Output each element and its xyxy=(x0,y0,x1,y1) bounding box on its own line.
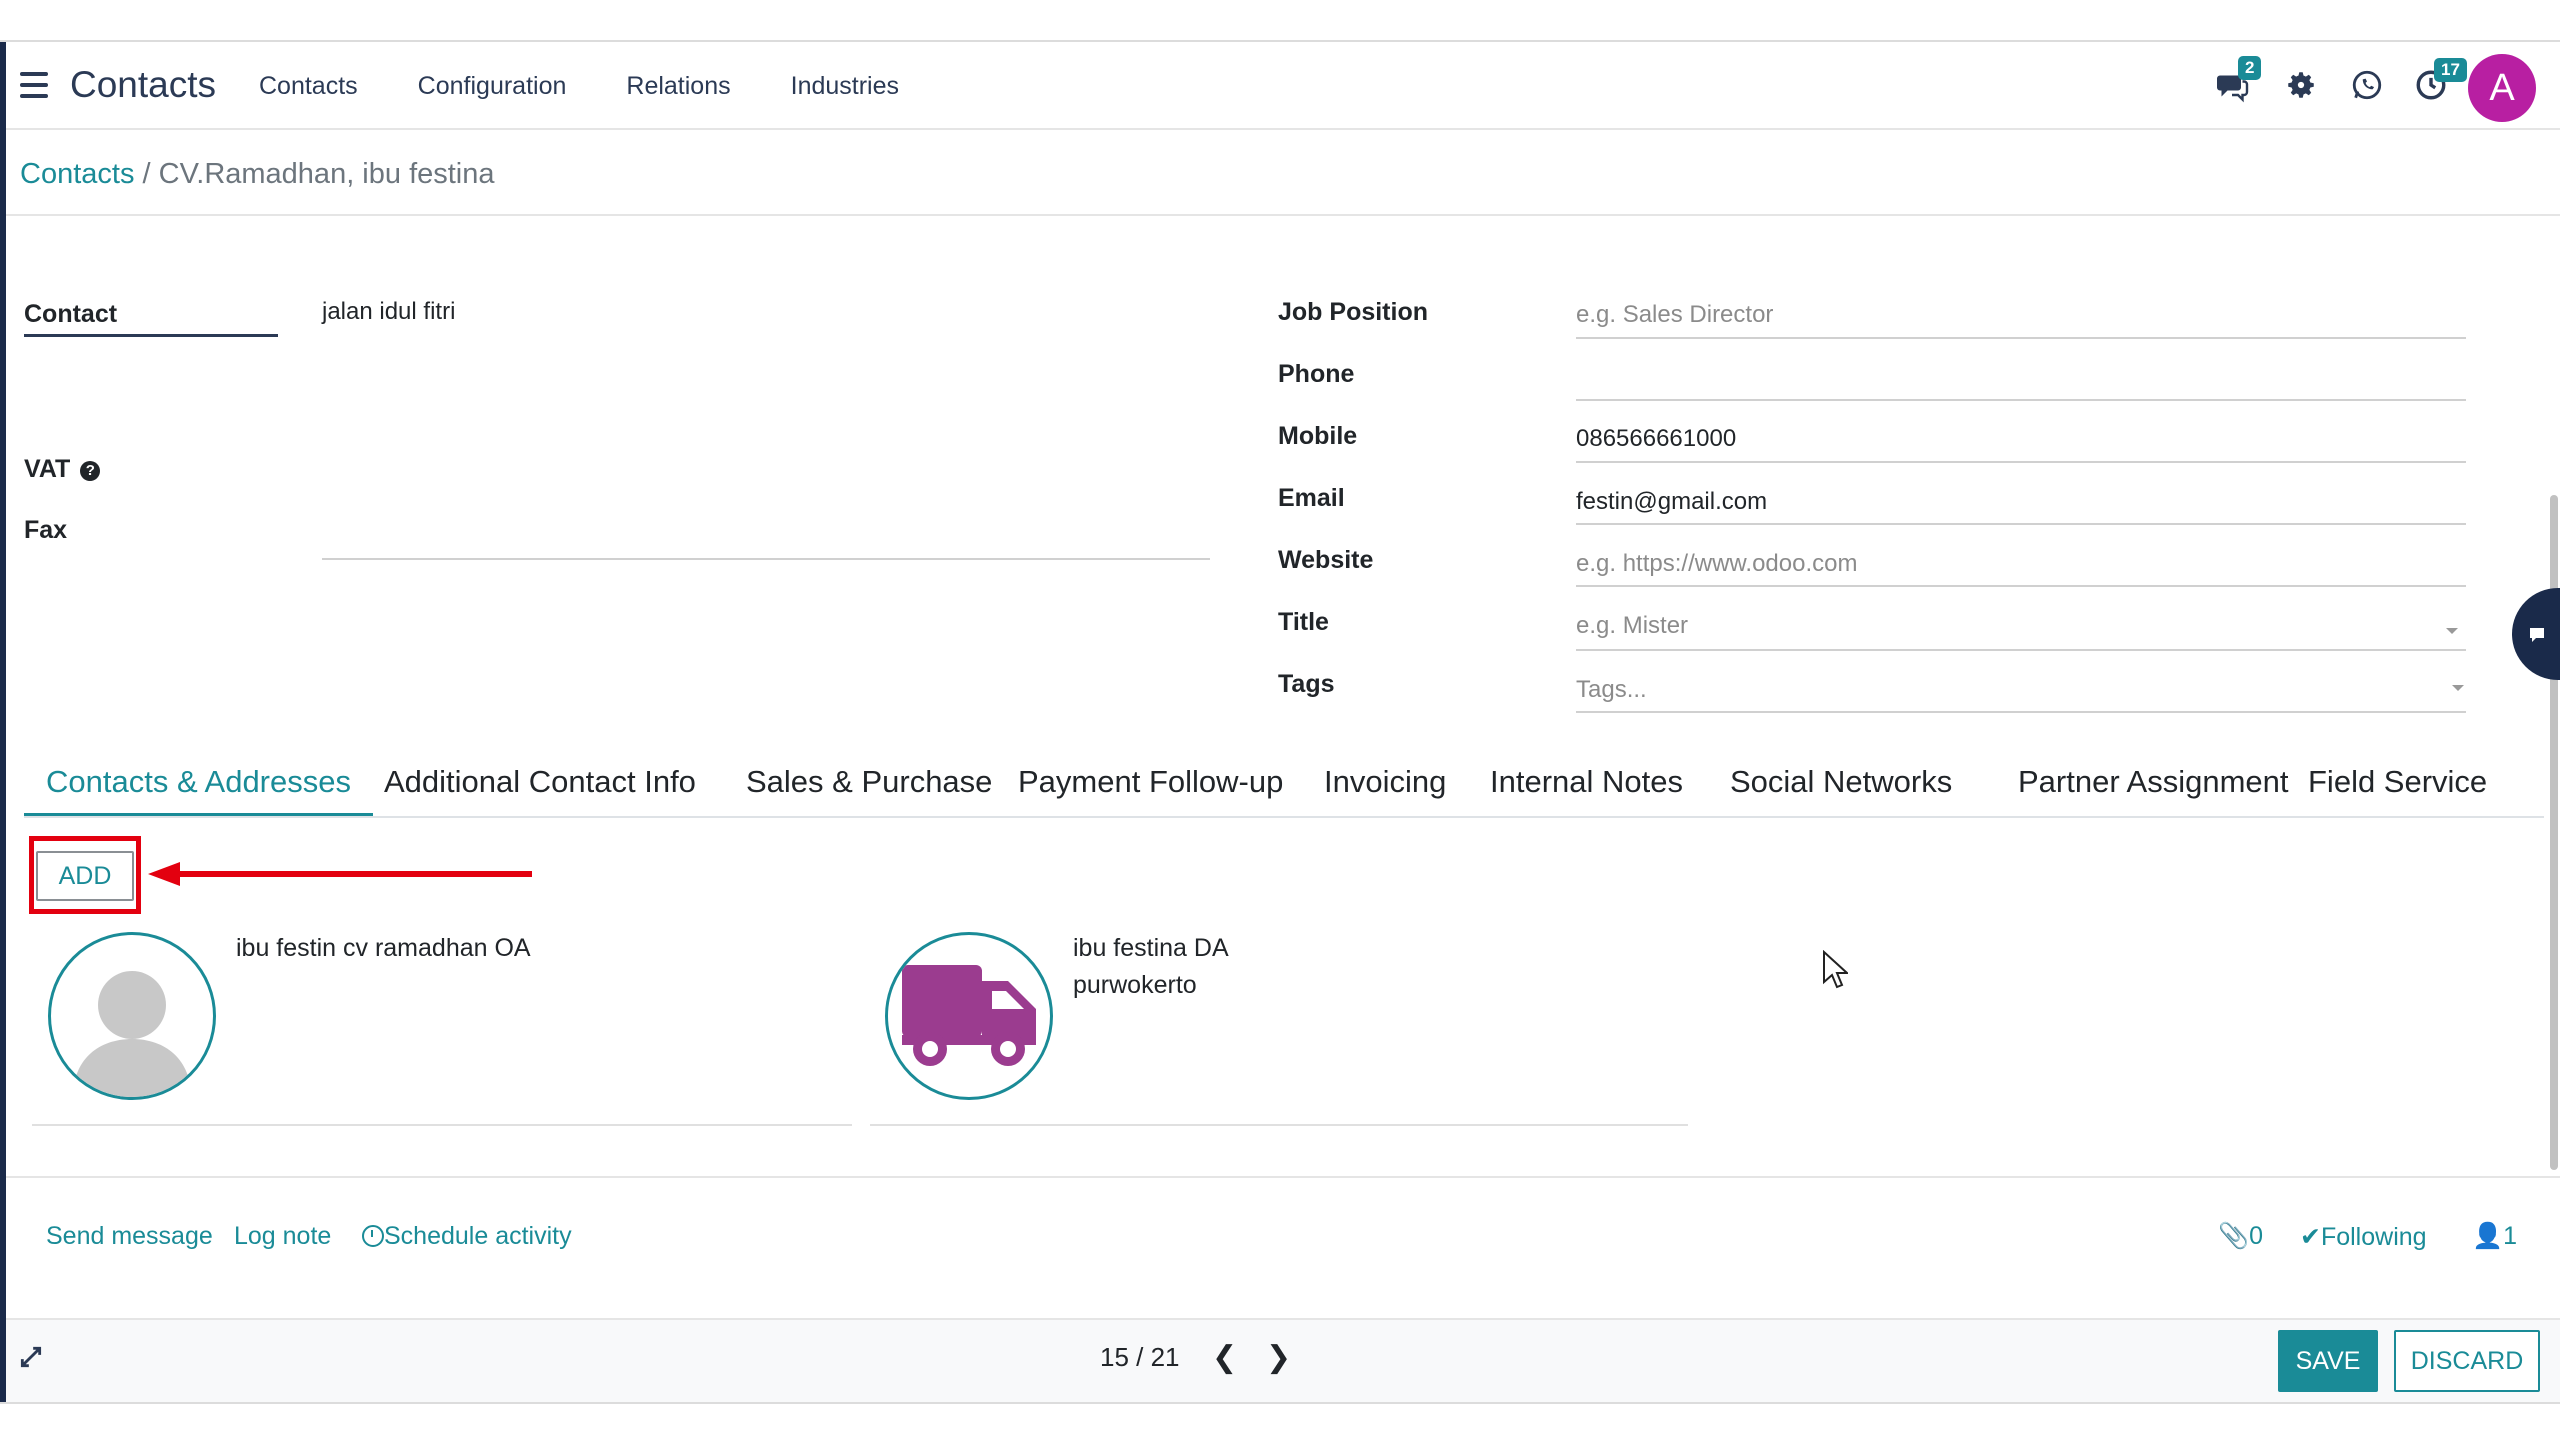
top-navbar: Contacts Contacts Configuration Relation… xyxy=(6,44,2560,130)
mouse-cursor-icon xyxy=(1822,949,1850,995)
annotation-arrow-line xyxy=(160,871,532,877)
title-select[interactable]: e.g. Mister xyxy=(1576,612,1688,640)
chatter-divider xyxy=(6,1176,2560,1178)
pager-value[interactable]: 15 / 21 xyxy=(1100,1342,1180,1373)
tab-social-networks[interactable]: Social Networks xyxy=(1708,758,1974,816)
tab-payment-follow-up[interactable]: Payment Follow-up xyxy=(996,758,1305,816)
mobile-input[interactable]: 086566661000 xyxy=(1576,425,1736,453)
expand-icon[interactable] xyxy=(18,1344,44,1370)
tags-label: Tags xyxy=(1278,670,1335,698)
tab-additional-contact-info[interactable]: Additional Contact Info xyxy=(362,758,718,816)
chat-bubble-icon[interactable] xyxy=(2512,588,2560,680)
page: Contacts Contacts Configuration Relation… xyxy=(0,0,2560,1440)
tab-field-service[interactable]: Field Service xyxy=(2286,758,2509,816)
vat-label-text: VAT xyxy=(24,455,71,483)
fax-label: Fax xyxy=(24,516,68,544)
job-position-label: Job Position xyxy=(1278,298,1428,326)
checkmark-icon: ✔ xyxy=(2300,1223,2321,1251)
job-position-input[interactable]: e.g. Sales Director xyxy=(1576,301,1773,329)
title-label: Title xyxy=(1278,608,1329,636)
paperclip-icon: 📎 xyxy=(2218,1222,2250,1250)
add-contact-button[interactable]: ADD xyxy=(36,851,134,901)
tab-partner-assignment[interactable]: Partner Assignment xyxy=(1996,758,2311,816)
job-position-underline xyxy=(1576,337,2466,339)
child-contact-name: ibu festin cv ramadhan OA xyxy=(236,934,531,962)
tags-underline xyxy=(1576,711,2466,713)
left-edge-bar xyxy=(0,42,6,1402)
user-avatar[interactable]: A xyxy=(2468,54,2536,122)
fax-input-underline[interactable] xyxy=(322,558,1210,560)
messages-badge: 2 xyxy=(2238,56,2262,80)
tags-dropdown-caret-icon[interactable] xyxy=(2452,685,2464,691)
settings-gear-icon[interactable] xyxy=(2284,68,2324,108)
followers-count: 1 xyxy=(2503,1222,2518,1250)
child-contact-name-line: ibu festina DA xyxy=(1073,934,1229,962)
phone-underline xyxy=(1576,399,2466,401)
bottom-strip xyxy=(0,1402,2560,1440)
messages-icon[interactable]: 2 xyxy=(2214,56,2262,108)
nav-menu: Contacts Configuration Relations Industr… xyxy=(259,72,899,101)
website-underline xyxy=(1576,585,2466,587)
card-divider xyxy=(32,1124,852,1126)
delivery-truck-icon xyxy=(885,932,1053,1100)
child-contact-name: ibu festina DA purwokerto xyxy=(1073,930,1229,1004)
whatsapp-icon[interactable] xyxy=(2350,68,2390,108)
contact-type-label[interactable]: Contact xyxy=(24,300,117,329)
followers-button[interactable]: 👤1 xyxy=(2472,1222,2517,1251)
breadcrumb-parent-link[interactable]: Contacts xyxy=(20,158,134,190)
log-note-button[interactable]: Log note xyxy=(234,1222,331,1251)
attachments-button[interactable]: 📎0 xyxy=(2218,1222,2263,1251)
top-strip xyxy=(0,0,2560,42)
control-panel-divider xyxy=(6,214,2560,216)
email-underline xyxy=(1576,523,2466,525)
vat-label: VAT? xyxy=(24,455,101,484)
address-street-field[interactable]: jalan idul fitri xyxy=(322,298,455,326)
child-contact-address: purwokerto xyxy=(1073,971,1197,999)
hamburger-menu-icon[interactable] xyxy=(20,72,48,98)
tab-sales-purchase[interactable]: Sales & Purchase xyxy=(724,758,1014,816)
email-label: Email xyxy=(1278,484,1345,512)
schedule-activity-button[interactable]: Schedule activity xyxy=(362,1222,572,1251)
attachments-count: 0 xyxy=(2249,1222,2264,1250)
contact-type-underline xyxy=(24,334,278,337)
title-dropdown-caret-icon[interactable] xyxy=(2446,628,2458,634)
tab-internal-notes[interactable]: Internal Notes xyxy=(1468,758,1705,816)
tab-contacts-addresses[interactable]: Contacts & Addresses xyxy=(24,758,373,816)
save-button[interactable]: SAVE xyxy=(2278,1330,2378,1392)
nav-item-configuration[interactable]: Configuration xyxy=(418,72,567,101)
website-input[interactable]: e.g. https://www.odoo.com xyxy=(1576,550,1857,578)
tags-input[interactable]: Tags... xyxy=(1576,676,1647,704)
activities-clock-icon[interactable]: 17 xyxy=(2414,58,2467,108)
phone-label: Phone xyxy=(1278,360,1355,388)
breadcrumb-current: CV.Ramadhan, ibu festina xyxy=(158,158,495,190)
person-placeholder-icon xyxy=(48,932,216,1100)
nav-item-contacts[interactable]: Contacts xyxy=(259,72,358,101)
nav-item-industries[interactable]: Industries xyxy=(791,72,899,101)
pager-next-chevron-right-icon[interactable]: ❯ xyxy=(1266,1340,1291,1375)
email-input[interactable]: festin@gmail.com xyxy=(1576,488,1767,516)
breadcrumb: Contacts / CV.Ramadhan, ibu festina xyxy=(20,158,495,191)
website-label: Website xyxy=(1278,546,1374,574)
mobile-label: Mobile xyxy=(1278,422,1358,450)
title-underline xyxy=(1576,649,2466,651)
following-button[interactable]: ✔Following xyxy=(2300,1222,2427,1252)
app-title[interactable]: Contacts xyxy=(70,64,216,106)
tab-invoicing[interactable]: Invoicing xyxy=(1302,758,1468,816)
notebook-tabs: Contacts & Addresses Additional Contact … xyxy=(24,758,2544,818)
mobile-underline xyxy=(1576,461,2466,463)
card-divider xyxy=(870,1124,1688,1126)
help-icon[interactable]: ? xyxy=(80,461,101,481)
clock-icon xyxy=(362,1225,384,1247)
pager-previous-chevron-left-icon[interactable]: ❮ xyxy=(1212,1340,1237,1375)
schedule-activity-label: Schedule activity xyxy=(384,1222,572,1250)
send-message-button[interactable]: Send message xyxy=(46,1222,213,1251)
following-label: Following xyxy=(2320,1223,2427,1251)
nav-item-relations[interactable]: Relations xyxy=(626,72,730,101)
discard-button[interactable]: DISCARD xyxy=(2394,1330,2540,1392)
user-icon: 👤 xyxy=(2472,1222,2504,1250)
breadcrumb-separator: / xyxy=(142,158,151,190)
activities-badge: 17 xyxy=(2434,58,2467,82)
